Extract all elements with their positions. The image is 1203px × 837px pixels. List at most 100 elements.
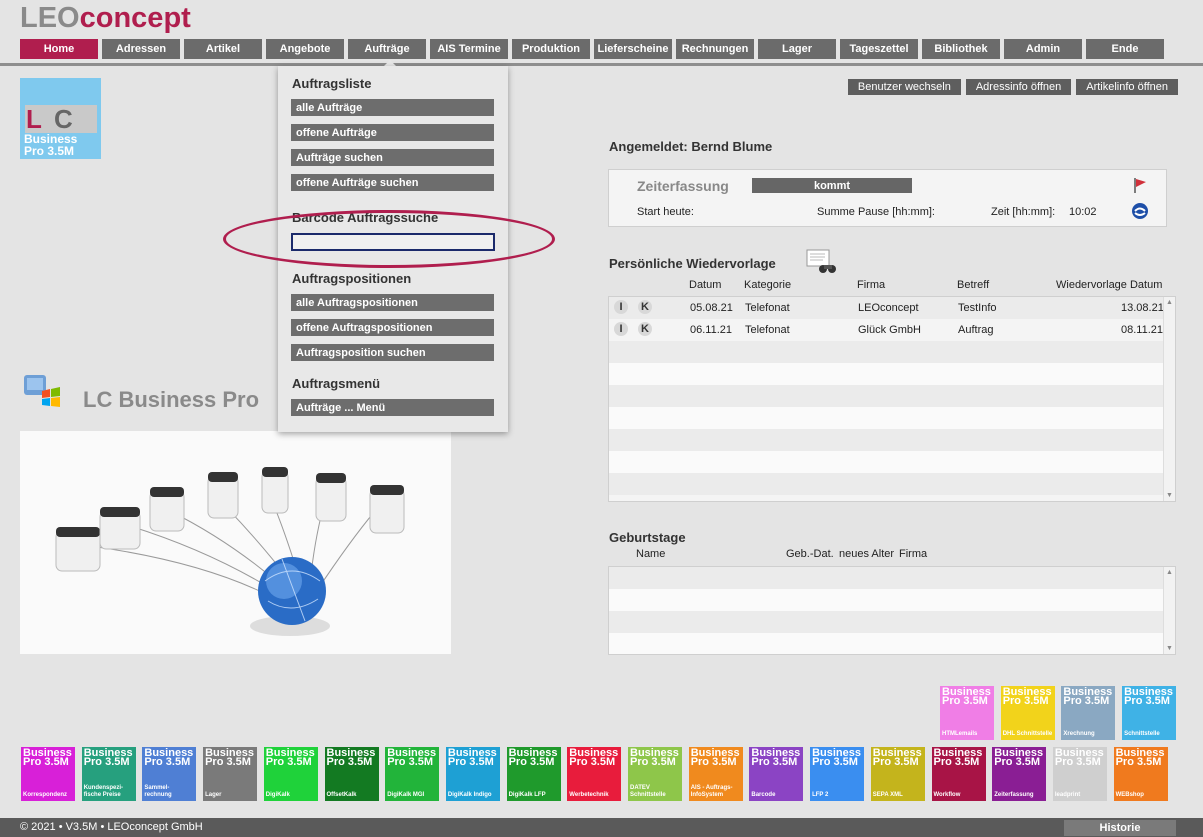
nav-lager[interactable]: Lager [758,39,836,59]
nav-tageszettel[interactable]: Tageszettel [840,39,918,59]
tile-line2: Pro 3.5M [326,756,373,768]
module-tile[interactable]: Business Pro 3.5M leadprint [1052,747,1107,801]
menu-auftragsposition-suchen[interactable]: Auftragsposition suchen [291,344,494,361]
tile-caption: DigiKalk [265,792,290,798]
module-tile[interactable]: Business Pro 3.5M Xrechnung [1061,686,1116,740]
nav-artikel[interactable]: Artikel [184,39,262,59]
switch-user-button[interactable]: Benutzer wechseln [847,79,961,95]
scroll-up-icon[interactable]: ▲ [1166,299,1173,306]
module-tile[interactable]: Business Pro 3.5M WEBshop [1113,747,1168,801]
flag-icon[interactable] [1131,176,1149,194]
lc-business-logo: L C Business Pro 3.5M [20,78,101,159]
scroll-up-icon[interactable]: ▲ [1166,569,1173,576]
row-company: Glück GmbH [858,324,921,336]
tile-caption: Sammel- rechnung [144,785,172,798]
pause-sum-label: Summe Pause [hh:mm]: [817,206,935,218]
col-header-company: Firma [857,279,886,291]
nav-rechnungen[interactable]: Rechnungen [676,39,754,59]
menu-offene-auftraege-suchen[interactable]: offene Aufträge suchen [291,174,494,191]
time-label: Zeit [hh:mm]: [991,206,1056,218]
history-button[interactable]: Historie [1064,820,1176,836]
nav-lieferscheine[interactable]: Lieferscheine [594,39,672,59]
contact-icon[interactable]: K [638,300,652,314]
refresh-icon[interactable] [1131,202,1149,220]
row-company: LEOconcept [858,302,919,314]
nav-angebote[interactable]: Angebote [266,39,344,59]
tile-line2: Pro 3.5M [144,756,191,768]
row-due: 13.08.21 [1121,302,1164,314]
birthdays-scrollbar[interactable]: ▲ ▼ [1163,567,1175,654]
scroll-down-icon[interactable]: ▼ [1166,492,1173,499]
nav-ais-termine[interactable]: AIS Termine [430,39,508,59]
menu-auftraege-suchen[interactable]: Aufträge suchen [291,149,494,166]
resubmission-title: Persönliche Wiedervorlage [609,256,776,271]
module-tile[interactable]: Business Pro 3.5M AIS - Auftrags- InfoSyst… [688,747,743,801]
table-row[interactable]: I K 05.08.21 Telefonat LEOconcept TestIn… [609,297,1166,319]
binoculars-icon[interactable] [806,249,838,275]
info-icon[interactable]: I [614,300,628,314]
brand-title: LC Business Pro [83,387,260,412]
menu-offene-auftragspositionen[interactable]: offene Auftragspositionen [291,319,494,336]
module-tile[interactable]: Business Pro 3.5M HTMLemails [940,686,994,740]
section-auftragsmenu: Auftragsmenü [292,376,381,391]
nav-bibliothek[interactable]: Bibliothek [922,39,1000,59]
row-category: Telefonat [745,324,790,336]
module-tile[interactable]: Business Pro 3.5M DigiKalk [263,747,318,801]
tile-line2: Pro 3.5M [812,756,858,768]
row-subject: TestInfo [958,302,997,314]
module-tile[interactable]: Business Pro 3.5M DATEV Schnittstelle [628,747,682,801]
lc-letter-l: L [26,104,42,134]
module-tile[interactable]: Business Pro 3.5M LFP 2 [810,747,865,801]
module-tile[interactable]: Business Pro 3.5M Kundenspezi- fische Prei… [81,747,136,801]
module-tile[interactable]: Business Pro 3.5M DigiKalk Indigo [445,747,500,801]
module-tile[interactable]: Business Pro 3.5M Sammel- rechnung [142,747,197,801]
nav-home[interactable]: Home [20,39,98,59]
col-header-firm: Firma [899,548,928,560]
tile-caption: Xrechnung [1063,731,1095,737]
nav-ende[interactable]: Ende [1086,39,1164,59]
module-tile[interactable]: Business Pro 3.5M Zeiterfassung [992,747,1047,801]
row-category: Telefonat [745,302,790,314]
tile-caption: SEPA XML [872,792,903,798]
tile-line2: Pro 3.5M [942,695,988,707]
tile-caption: AIS - Auftrags- InfoSystem [690,785,733,798]
col-header-subject: Betreff [957,279,990,291]
module-tile[interactable]: Business Pro 3.5M Werbetechnik [567,747,622,801]
menu-offene-auftraege[interactable]: offene Aufträge [291,124,494,141]
module-tile[interactable]: Business Pro 3.5M Lager [203,747,258,801]
module-tile[interactable]: Business Pro 3.5M DHL Schnittstelle [1000,686,1055,740]
menu-alle-auftraege[interactable]: alle Aufträge [291,99,494,116]
tile-caption: Barcode [751,792,776,798]
highlight-ellipse [223,210,555,268]
module-tile[interactable]: Business Pro 3.5M DigiKalk LFP [506,747,561,801]
contact-icon[interactable]: K [638,322,652,336]
menu-alle-auftragspositionen[interactable]: alle Auftragspositionen [291,294,494,311]
address-info-button[interactable]: Adressinfo öffnen [965,79,1072,95]
tile-line2: Pro 3.5M [1002,695,1049,707]
tile-caption: DigiKalk MGI [387,792,425,798]
info-icon[interactable]: I [614,322,628,336]
logo-part-2: concept [79,2,191,34]
article-info-button[interactable]: Artikelinfo öffnen [1076,79,1178,95]
tile-caption: Workflow [933,792,961,798]
module-tile[interactable]: Business Pro 3.5M Korrespondenz [21,747,75,801]
resubmission-scrollbar[interactable]: ▲ ▼ [1163,297,1175,501]
module-tile[interactable]: Business Pro 3.5M OffsetKalk [324,747,379,801]
module-tile[interactable]: Business Pro 3.5M Workflow [931,747,986,801]
menu-auftraege-menu[interactable]: Aufträge ... Menü [291,399,494,416]
logged-in-user: Angemeldet: Bernd Blume [609,139,773,154]
clock-in-button[interactable]: kommt [752,178,912,193]
nav-admin[interactable]: Admin [1004,39,1082,59]
module-tile[interactable]: Business Pro 3.5M DigiKalk MGI [385,747,440,801]
table-row[interactable]: I K 06.11.21 Telefonat Glück GmbH Auftra… [609,319,1166,341]
nav-auftraege[interactable]: Aufträge [348,39,426,59]
col-header-date: Datum [689,279,722,291]
scroll-down-icon[interactable]: ▼ [1166,645,1173,652]
module-tile[interactable]: Business Pro 3.5M Schnittstelle [1122,686,1177,740]
app-logo: LEOconcept [20,2,191,35]
module-tile[interactable]: Business Pro 3.5M SEPA XML [870,747,925,801]
module-tile[interactable]: Business Pro 3.5M Barcode [749,747,804,801]
nav-adressen[interactable]: Adressen [102,39,180,59]
nav-produktion[interactable]: Produktion [512,39,590,59]
col-header-birthdate: Geb.-Dat. [786,548,834,560]
